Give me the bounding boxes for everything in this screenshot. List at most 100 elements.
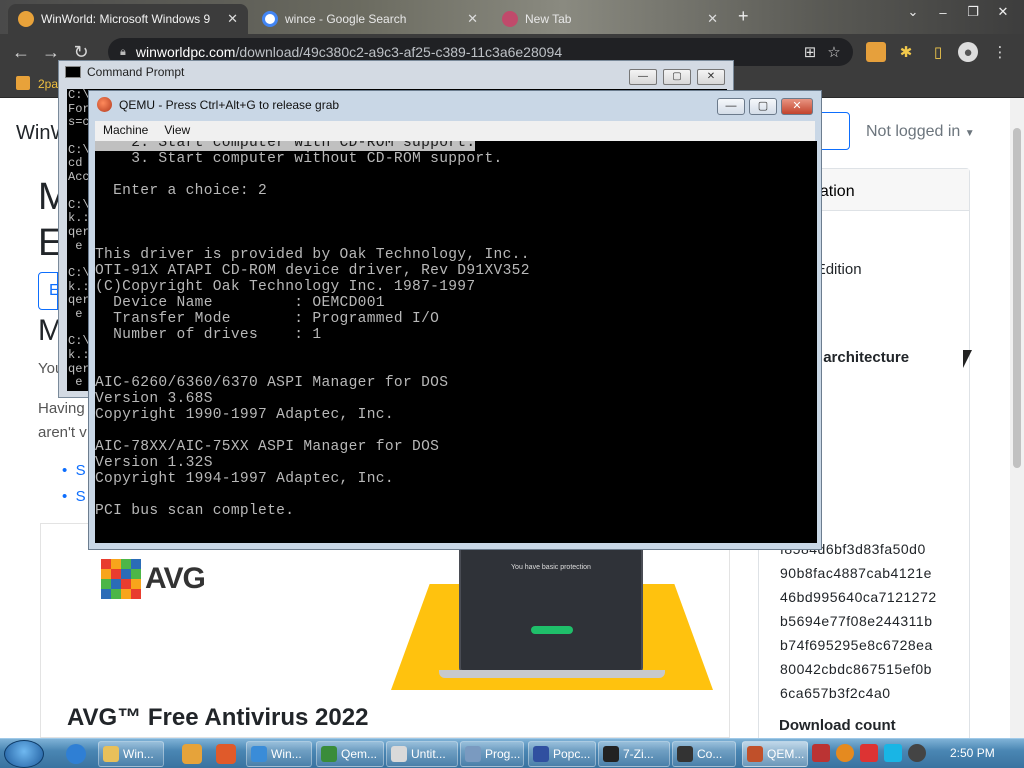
cmd-close-button[interactable]: ✕ (697, 69, 725, 85)
taskbar-app-icon (465, 746, 481, 762)
taskbar-app-icon (603, 746, 619, 762)
start-button[interactable] (4, 740, 44, 768)
tab-search-chevron-icon[interactable]: ⌄ (898, 2, 928, 22)
tray-flag-icon[interactable] (860, 744, 878, 762)
bookmark-item[interactable]: 2pa (38, 77, 58, 91)
edition-button[interactable]: E (38, 272, 60, 310)
qemu-close-button[interactable]: ✕ (781, 98, 813, 115)
ie-icon[interactable] (66, 744, 86, 764)
vga-line: PCI bus scan complete. (95, 503, 295, 519)
restore-icon[interactable]: ❐ (958, 2, 988, 22)
bullet-link-1[interactable]: • S (62, 462, 86, 479)
taskbar-item-label: Qem... (341, 747, 378, 761)
ad-banner[interactable]: AVG You have basic protection AVG™ Free … (40, 523, 730, 738)
taskbar-item[interactable]: Co... (672, 741, 736, 767)
system-tray (812, 744, 926, 764)
bookmark-star-icon[interactable]: ☆ (824, 42, 844, 62)
bullet-link-2[interactable]: • S (62, 488, 86, 505)
install-app-icon[interactable]: ⊞ (800, 42, 820, 62)
vga-line: 3. Start computer without CD-ROM support… (95, 151, 503, 167)
tray-app-icon[interactable] (812, 744, 830, 762)
vga-line: Copyright 1990-1997 Adaptec, Inc. (95, 407, 394, 423)
menu-machine[interactable]: Machine (103, 123, 148, 139)
close-tab-icon[interactable]: ✕ (227, 11, 238, 27)
tab-google-search[interactable]: wince - Google Search ✕ (252, 4, 488, 34)
taskbar-app-icon (391, 746, 407, 762)
close-icon[interactable]: ✕ (988, 2, 1018, 22)
taskbar-app-icon (747, 746, 763, 762)
browser-window-controls: ⌄ – ❐ ✕ (898, 2, 1018, 22)
tab-new-tab[interactable]: New Tab ✕ (492, 4, 728, 34)
page-scrollbar[interactable] (1010, 98, 1024, 738)
browser-tabstrip: WinWorld: Microsoft Windows 9 ✕ wince - … (0, 0, 1024, 34)
vga-line: Copyright 1994-1997 Adaptec, Inc. (95, 471, 394, 487)
vga-line: This driver is provided by Oak Technolog… (95, 247, 530, 263)
vga-line: Transfer Mode : Programmed I/O (95, 311, 440, 327)
taskbar-app-icon (251, 746, 267, 762)
tray-search-icon[interactable] (836, 744, 854, 762)
tab-winworld[interactable]: WinWorld: Microsoft Windows 9 ✕ (8, 4, 248, 34)
cmd-app-icon (65, 66, 81, 78)
media-player-icon[interactable] (182, 744, 202, 764)
qemu-title: QEMU - Press Ctrl+Alt+G to release grab (119, 97, 340, 112)
menu-view[interactable]: View (164, 123, 190, 139)
taskbar-item[interactable]: 7-Zi... (598, 741, 670, 767)
vga-line: Device Name : OEMCD001 (95, 295, 385, 311)
scrollbar-thumb[interactable] (1013, 128, 1021, 468)
close-tab-icon[interactable]: ✕ (707, 11, 718, 27)
new-tab-plus-icon[interactable]: + (738, 6, 749, 27)
taskbar-item-label: Popc... (553, 747, 591, 761)
profile-avatar-icon[interactable]: ● (958, 42, 978, 62)
qemu-minimize-button[interactable]: — (717, 98, 745, 115)
vga-line: AIC-6260/6360/6370 ASPI Manager for DOS (95, 375, 449, 391)
taskbar-item-label: Win... (123, 747, 154, 761)
having-text: Having (38, 400, 85, 417)
taskbar-item[interactable]: Prog... (460, 741, 524, 767)
taskbar-item[interactable]: Untit... (386, 741, 458, 767)
vga-line: Number of drives : 1 (95, 327, 322, 343)
ad-title[interactable]: AVG™ Free Antivirus 2022 (67, 704, 368, 732)
taskbar-app-icon (533, 746, 549, 762)
close-tab-icon[interactable]: ✕ (467, 11, 478, 27)
cmd-titlebar[interactable]: Command Prompt (65, 65, 184, 79)
taskbar-item-label: 7-Zi... (623, 747, 654, 761)
qemu-window[interactable]: QEMU - Press Ctrl+Alt+G to release grab … (88, 90, 822, 550)
taskbar-item[interactable]: Qem... (316, 741, 384, 767)
ad-laptop-green-bar (531, 626, 573, 634)
cmd-maximize-button[interactable]: ▢ (663, 69, 691, 85)
vga-line: Version 1.32S (95, 455, 213, 471)
back-arrow-icon[interactable]: ← (6, 37, 36, 67)
qemu-titlebar[interactable]: QEMU - Press Ctrl+Alt+G to release grab (97, 97, 339, 112)
qemu-maximize-button[interactable]: ▢ (749, 98, 777, 115)
kebab-menu-icon[interactable]: ⋮ (990, 42, 1010, 62)
extensions-puzzle-icon[interactable]: ✱ (896, 42, 916, 62)
avg-logo-mark-icon (101, 559, 141, 599)
ad-laptop-text: You have basic protection (511, 564, 591, 571)
taskbar-item-label: QEM... (767, 747, 805, 761)
taskbar-item[interactable]: Popc... (528, 741, 596, 767)
taskbar-clock[interactable]: 2:50 PM (950, 746, 995, 760)
tray-volume-icon[interactable] (908, 744, 926, 762)
tab-label: WinWorld: Microsoft Windows 9 (41, 12, 211, 26)
vga-line: Version 3.68S (95, 391, 213, 407)
qemu-display[interactable]: 2. Start computer with CD-ROM support. 3… (95, 141, 817, 543)
vga-line: Enter a choice: 2 (95, 183, 268, 199)
tray-network-icon[interactable] (884, 744, 902, 762)
taskbar-app-icon (677, 746, 693, 762)
taskbar-item[interactable]: QEM... (742, 741, 808, 767)
taskbar-item[interactable]: Win... (246, 741, 312, 767)
paint-icon[interactable] (216, 744, 236, 764)
download-count-label: Download count (779, 717, 896, 734)
ad-laptop-base (439, 670, 665, 678)
cmd-minimize-button[interactable]: — (629, 69, 657, 85)
sidebar-panel-icon[interactable]: ▯ (928, 42, 948, 62)
taskbar-app-icon (321, 746, 337, 762)
taskbar-item[interactable]: Win... (98, 741, 164, 767)
minimize-icon[interactable]: – (928, 2, 958, 22)
not-logged-in-dropdown[interactable]: Not logged in ▼ (866, 123, 975, 141)
bullet-link-2-label: S (75, 488, 86, 505)
extension-icon[interactable] (866, 42, 886, 62)
qemu-app-icon (97, 97, 112, 112)
taskbar-app-icon (103, 746, 119, 762)
winworld-favicon-icon (18, 11, 34, 27)
